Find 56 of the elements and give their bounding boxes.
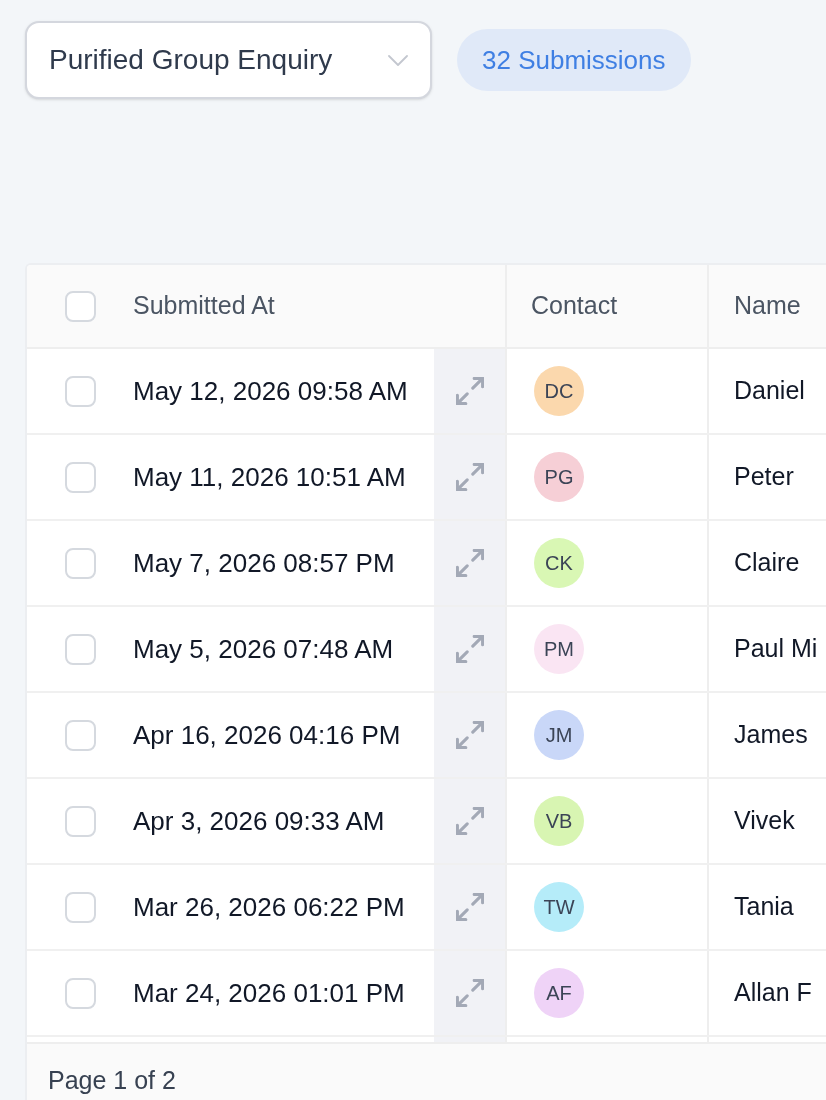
submitted-date-time: May 7, 2026 08:57 PM (133, 546, 395, 580)
expand-icon[interactable] (455, 549, 484, 577)
contact-avatar: JM (534, 710, 584, 760)
column-heading[interactable]: Submitted At (133, 287, 275, 325)
expand-icon[interactable] (455, 979, 484, 1007)
contact-avatar: AF (534, 968, 584, 1018)
column-heading[interactable]: Name (734, 287, 801, 325)
checkbox[interactable] (64, 977, 96, 1009)
table-row[interactable]: Mar 24, 2026 01:01 PM AF Allan F (27, 951, 826, 1037)
checkbox[interactable] (64, 891, 96, 923)
expand-icon[interactable] (455, 635, 484, 663)
table-row[interactable]: May 7, 2026 08:57 PM CK Claire (27, 521, 826, 607)
checkbox[interactable] (64, 290, 96, 322)
contact-avatar: CK (534, 538, 584, 588)
contact-name: James (734, 719, 808, 751)
table-row[interactable]: Apr 3, 2026 09:33 AM VB Vivek (27, 779, 826, 865)
page-indicator: Page 1 of 2 (48, 1066, 176, 1094)
contact-avatar: DC (534, 366, 584, 416)
contact-name: Claire (734, 547, 800, 579)
chevron-down-icon (388, 54, 408, 66)
contact-name: Peter (734, 461, 794, 493)
submitted-date-time: May 11, 2026 10:51 AM (133, 460, 406, 494)
table-row[interactable]: May 12, 2026 09:58 AM DC Daniel (27, 349, 826, 435)
checkbox[interactable] (64, 375, 96, 407)
checkbox[interactable] (64, 719, 96, 751)
expand-icon[interactable] (455, 807, 484, 835)
table-row[interactable]: May 11, 2026 10:51 AM PG Peter (27, 435, 826, 521)
contact-avatar: PM (534, 624, 584, 674)
checkbox[interactable] (64, 805, 96, 837)
table-row[interactable]: May 5, 2026 07:48 AM PM Paul Mi (27, 607, 826, 693)
expand-icon[interactable] (455, 721, 484, 749)
contact-name: Tania (734, 891, 794, 923)
contact-avatar: TW (534, 882, 584, 932)
contact-avatar: PG (534, 452, 584, 502)
table-row[interactable]: Apr 16, 2026 04:16 PM JM James (27, 693, 826, 779)
submitted-date-time: Mar 26, 2026 06:22 PM (133, 890, 405, 924)
expand-icon[interactable] (455, 463, 484, 491)
submitted-date-time: Mar 24, 2026 01:01 PM (133, 976, 405, 1010)
checkbox[interactable] (64, 633, 96, 665)
expand-icon[interactable] (455, 377, 484, 405)
table-row[interactable]: Mar 26, 2026 06:22 PM TW Tania (27, 865, 826, 951)
contact-name: Paul Mi (734, 633, 818, 665)
contact-name: Daniel (734, 375, 805, 407)
checkbox[interactable] (64, 461, 96, 493)
checkbox[interactable] (64, 547, 96, 579)
contact-avatar: VB (534, 796, 584, 846)
expand-icon[interactable] (455, 893, 484, 921)
submissions-count-badge: 32 Submissions (457, 29, 691, 91)
form-select-dropdown[interactable]: Purified Group Enquiry (25, 21, 432, 99)
column-heading[interactable]: Contact (531, 287, 618, 325)
submitted-date-time: May 5, 2026 07:48 AM (133, 632, 394, 666)
submitted-date-time: Apr 3, 2026 09:33 AM (133, 804, 385, 838)
contact-name: Vivek (734, 805, 795, 837)
submitted-date-time: May 12, 2026 09:58 AM (133, 374, 408, 408)
contact-name: Allan F (734, 977, 812, 1009)
submitted-date-time: Apr 16, 2026 04:16 PM (133, 718, 401, 752)
